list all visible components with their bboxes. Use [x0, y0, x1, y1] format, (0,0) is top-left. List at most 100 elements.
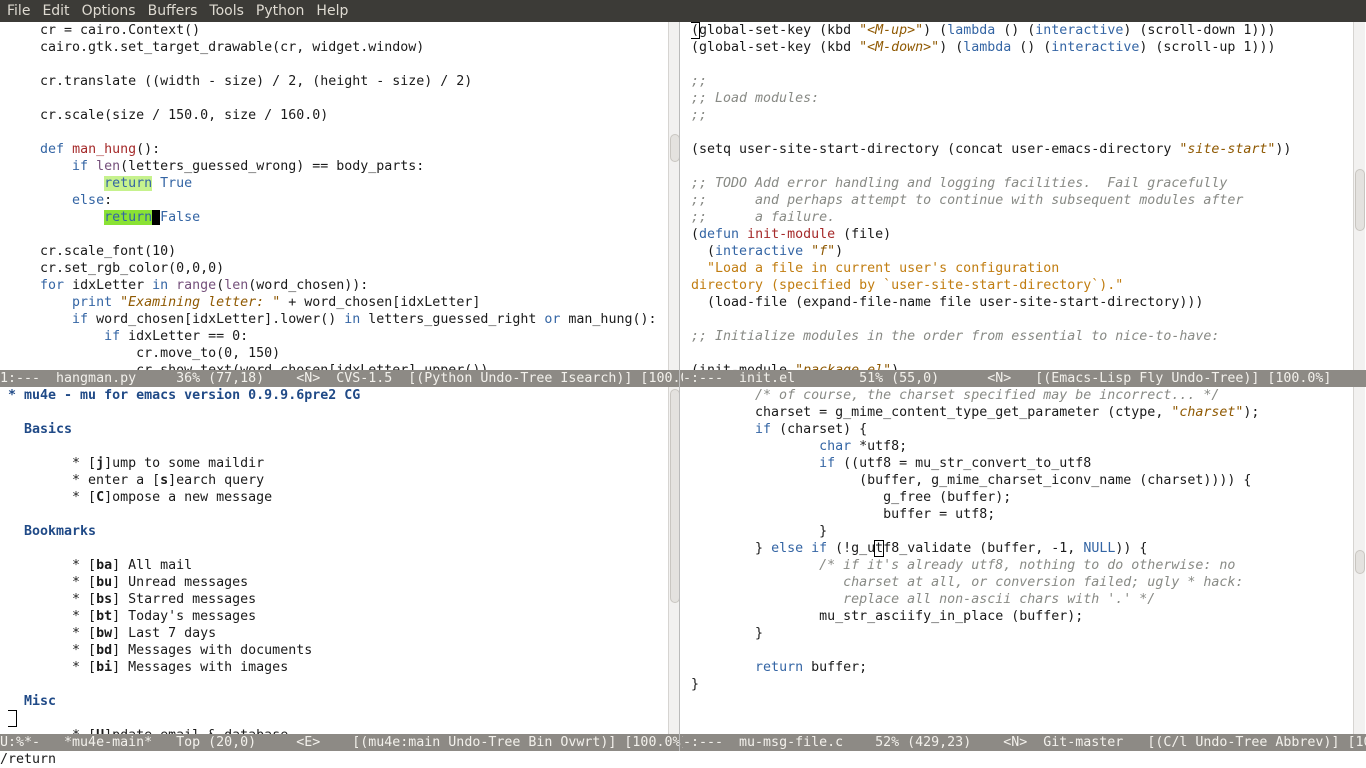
code-line[interactable]: def man_hung(): — [8, 141, 668, 158]
mu4e-line[interactable]: * [bu] Unread messages — [8, 574, 668, 591]
code-line[interactable] — [691, 311, 1353, 328]
code-line[interactable]: cr.translate ((width - size) / 2, (heigh… — [8, 73, 668, 90]
code-line[interactable]: } — [691, 676, 1353, 693]
code-line[interactable]: /* if it's already utf8, nothing to do o… — [691, 557, 1353, 574]
code-line[interactable] — [8, 226, 668, 243]
code-line[interactable]: mu_str_asciify_in_place (buffer); — [691, 608, 1353, 625]
code-line[interactable]: (setq user-site-start-directory (concat … — [691, 141, 1353, 158]
mu4e-line[interactable] — [8, 506, 668, 523]
scrollbar-top-right[interactable] — [1353, 22, 1365, 371]
code-line[interactable]: } — [691, 523, 1353, 540]
mu4e-line[interactable]: * [bi] Messages with images — [8, 659, 668, 676]
code-line[interactable]: (defun init-module (file) — [691, 226, 1353, 243]
mu4e-line[interactable]: * [bs] Starred messages — [8, 591, 668, 608]
code-line[interactable]: if word_chosen[idxLetter].lower() in let… — [8, 311, 668, 328]
menu-bar: File Edit Options Buffers Tools Python H… — [0, 0, 1366, 22]
code-line[interactable] — [691, 642, 1353, 659]
code-line[interactable]: (interactive "f") — [691, 243, 1353, 260]
code-line[interactable]: (buffer, g_mime_charset_iconv_name (char… — [691, 472, 1353, 489]
code-line[interactable]: cr.set_rgb_color(0,0,0) — [8, 260, 668, 277]
mu4e-line[interactable] — [8, 438, 668, 455]
mu4e-line[interactable]: Basics — [8, 421, 668, 438]
code-line[interactable]: } else if (!g_utf8_validate (buffer, -1,… — [691, 540, 1353, 557]
menu-python[interactable]: Python — [251, 3, 310, 19]
mu4e-line[interactable] — [8, 710, 668, 727]
code-line[interactable]: ;; TODO Add error handling and logging f… — [691, 175, 1353, 192]
window-divider — [679, 22, 680, 751]
code-line[interactable] — [691, 345, 1353, 362]
code-line[interactable]: cr.move_to(0, 150) — [8, 345, 668, 362]
menu-options[interactable]: Options — [77, 3, 141, 19]
code-line[interactable]: for idxLetter in range(len(word_chosen))… — [8, 277, 668, 294]
code-line[interactable]: replace all non-ascii chars with '.' */ — [691, 591, 1353, 608]
code-line[interactable]: ;; Initialize modules in the order from … — [691, 328, 1353, 345]
code-line[interactable]: return True — [8, 175, 668, 192]
code-line[interactable]: charset at all, or conversion failed; ug… — [691, 574, 1353, 591]
code-line[interactable] — [691, 56, 1353, 73]
menu-edit[interactable]: Edit — [37, 3, 74, 19]
code-line[interactable]: g_free (buffer); — [691, 489, 1353, 506]
mu4e-line[interactable] — [8, 676, 668, 693]
editor-window-mu-msg-file-c[interactable]: /* of course, the charset specified may … — [691, 387, 1353, 734]
code-line[interactable]: (load-file (expand-file-name file user-s… — [691, 294, 1353, 311]
code-line[interactable]: cr.scale_font(10) — [8, 243, 668, 260]
code-line[interactable] — [8, 124, 668, 141]
code-line[interactable]: } — [691, 625, 1353, 642]
mode-line-mu-msg-file-c: -:--- mu-msg-file.c 52% (429,23) <N> Git… — [683, 734, 1366, 751]
code-line[interactable]: if idxLetter == 0: — [8, 328, 668, 345]
code-line[interactable]: ;; and perhaps attempt to continue with … — [691, 192, 1353, 209]
code-line[interactable]: "Load a file in current user's configura… — [691, 260, 1353, 277]
code-line[interactable]: cr = cairo.Context() — [8, 22, 668, 39]
mu4e-line[interactable]: Misc — [8, 693, 668, 710]
code-line[interactable]: if (charset) { — [691, 421, 1353, 438]
code-line[interactable]: cairo.gtk.set_target_drawable(cr, widget… — [8, 39, 668, 56]
mu4e-line[interactable]: * mu4e - mu for emacs version 0.9.9.6pre… — [8, 387, 668, 404]
code-line[interactable]: (global-set-key (kbd "<M-up>") (lambda (… — [691, 22, 1353, 39]
mu4e-line[interactable] — [8, 404, 668, 421]
code-line[interactable]: charset = g_mime_content_type_get_parame… — [691, 404, 1353, 421]
code-line[interactable]: char *utf8; — [691, 438, 1353, 455]
editor-window-init-el[interactable]: (global-set-key (kbd "<M-up>") (lambda (… — [691, 22, 1353, 371]
code-line[interactable]: ;; Load modules: — [691, 90, 1353, 107]
mu4e-line[interactable]: * [j]ump to some maildir — [8, 455, 668, 472]
editor-window-hangman-py[interactable]: cr = cairo.Context() cairo.gtk.set_targe… — [8, 22, 668, 371]
code-line[interactable]: (global-set-key (kbd "<M-down>") (lambda… — [691, 39, 1353, 56]
mu4e-line[interactable]: * [C]ompose a new message — [8, 489, 668, 506]
code-line[interactable]: ;; — [691, 73, 1353, 90]
code-line[interactable] — [8, 56, 668, 73]
scrollbar-thumb[interactable] — [1355, 550, 1365, 574]
code-line[interactable]: if len(letters_guessed_wrong) == body_pa… — [8, 158, 668, 175]
mu4e-line[interactable]: * enter a [s]earch query — [8, 472, 668, 489]
mu4e-line[interactable]: * [ba] All mail — [8, 557, 668, 574]
code-line[interactable]: /* of course, the charset specified may … — [691, 387, 1353, 404]
menu-file[interactable]: File — [2, 3, 35, 19]
scrollbar-bottom-right[interactable] — [1353, 387, 1365, 734]
scrollbar-thumb[interactable] — [1355, 169, 1365, 231]
mu4e-line[interactable]: * [bt] Today's messages — [8, 608, 668, 625]
code-line[interactable]: print "Examining letter: " + word_chosen… — [8, 294, 668, 311]
code-line[interactable]: ;; — [691, 107, 1353, 124]
mu4e-line[interactable]: * [U]pdate email & database — [8, 727, 668, 734]
menu-help[interactable]: Help — [311, 3, 353, 19]
mu4e-line[interactable]: * [bd] Messages with documents — [8, 642, 668, 659]
code-line[interactable]: return buffer; — [691, 659, 1353, 676]
code-line[interactable] — [8, 90, 668, 107]
mu4e-line[interactable]: Bookmarks — [8, 523, 668, 540]
code-line[interactable]: else: — [8, 192, 668, 209]
code-line[interactable]: ;; a failure. — [691, 209, 1353, 226]
mode-line-hangman-py: 1:--- hangman.py 36% (77,18) <N> CVS-1.5… — [0, 370, 683, 387]
mu4e-main-window[interactable]: * mu4e - mu for emacs version 0.9.9.6pre… — [8, 387, 668, 734]
menu-buffers[interactable]: Buffers — [143, 3, 203, 19]
mu4e-line[interactable] — [8, 540, 668, 557]
code-line[interactable]: return False — [8, 209, 668, 226]
code-line[interactable] — [691, 158, 1353, 175]
code-line[interactable]: directory (specified by `user-site-start… — [691, 277, 1353, 294]
code-line[interactable] — [691, 124, 1353, 141]
code-line[interactable]: buffer = utf8; — [691, 506, 1353, 523]
mu4e-line[interactable]: * [bw] Last 7 days — [8, 625, 668, 642]
minibuffer[interactable]: /return — [0, 751, 1366, 768]
menu-tools[interactable]: Tools — [204, 3, 249, 19]
code-line[interactable]: cr.scale(size / 150.0, size / 160.0) — [8, 107, 668, 124]
code-line[interactable]: if ((utf8 = mu_str_convert_to_utf8 — [691, 455, 1353, 472]
mode-line-init-el: -:--- init.el 51% (55,0) <N> [(Emacs-Lis… — [683, 370, 1366, 387]
